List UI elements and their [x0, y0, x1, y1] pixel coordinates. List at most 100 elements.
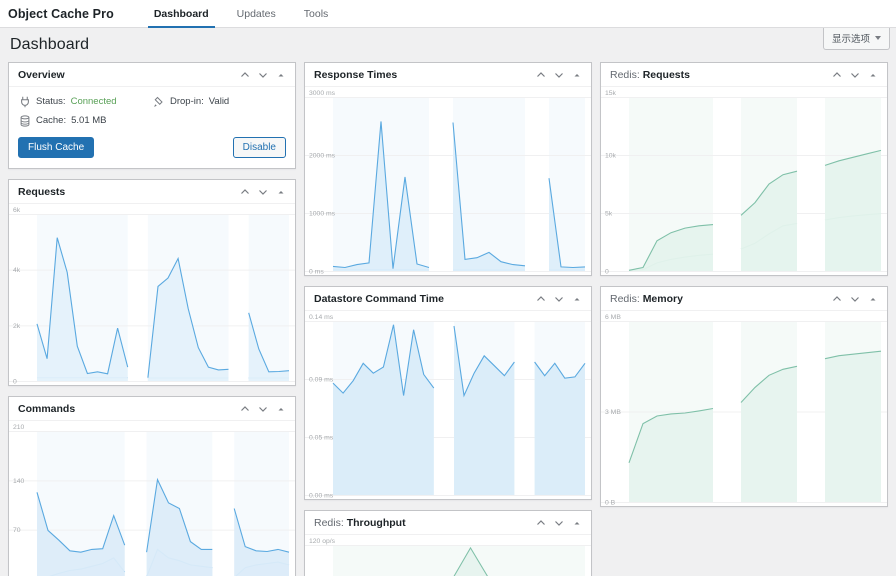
- panel-response-times-header: Response Times: [305, 63, 591, 87]
- panel-redis-memory-main: Memory: [643, 293, 683, 305]
- chart-response-times: 3000 ms 2000 ms 1000 ms 0 ms: [305, 87, 591, 275]
- panel-redis-throughput-title: Redis: Throughput: [314, 517, 406, 529]
- panel-commands: Commands 210140700: [8, 396, 296, 576]
- chart-requests: 6k4k2k0: [9, 204, 295, 385]
- move-down-icon[interactable]: [255, 401, 271, 417]
- svg-text:5k: 5k: [605, 211, 613, 218]
- column-1: Overview Status: Connected: [8, 62, 296, 576]
- page-title: Dashboard: [10, 36, 89, 54]
- panel-redis-throughput-main: Throughput: [347, 517, 406, 529]
- toggle-panel-icon[interactable]: [569, 67, 585, 83]
- panel-requests-header: Requests: [9, 180, 295, 204]
- nav-tab-updates[interactable]: Updates: [223, 0, 290, 27]
- toggle-panel-icon[interactable]: [865, 291, 881, 307]
- overview-buttons: Flush Cache Disable: [18, 137, 286, 158]
- screen-options-button[interactable]: 显示选项: [823, 28, 890, 50]
- svg-text:210: 210: [13, 424, 25, 431]
- panel-redis-memory-actions: [829, 291, 881, 307]
- overview-dropin: Drop-in: Valid: [152, 95, 286, 108]
- svg-text:0.05 ms: 0.05 ms: [309, 435, 334, 442]
- move-down-icon[interactable]: [551, 67, 567, 83]
- svg-text:140: 140: [13, 478, 25, 485]
- panel-redis-requests-title: Redis: Requests: [610, 69, 690, 81]
- svg-text:6k: 6k: [13, 207, 21, 214]
- toggle-panel-icon[interactable]: [569, 291, 585, 307]
- move-up-icon[interactable]: [829, 67, 845, 83]
- svg-text:2k: 2k: [13, 323, 21, 330]
- panel-requests-actions: [237, 184, 289, 200]
- panel-overview-actions: [237, 67, 289, 83]
- plug-icon: [18, 95, 31, 108]
- panel-overview-title: Overview: [18, 69, 65, 81]
- move-up-icon[interactable]: [533, 291, 549, 307]
- panel-response-times-title: Response Times: [314, 69, 397, 81]
- screen-options-label: 显示选项: [832, 31, 870, 45]
- svg-text:2000 ms: 2000 ms: [309, 153, 336, 160]
- svg-text:0: 0: [13, 379, 17, 386]
- svg-text:120 op/s: 120 op/s: [309, 538, 336, 545]
- panel-response-times: Response Times 3000 ms 2000 ms 1000 ms 0 ms: [304, 62, 592, 276]
- panel-commands-title: Commands: [18, 403, 75, 415]
- panel-redis-requests-prefix: Redis:: [610, 69, 640, 81]
- move-up-icon[interactable]: [237, 401, 253, 417]
- move-up-icon[interactable]: [829, 291, 845, 307]
- move-down-icon[interactable]: [255, 67, 271, 83]
- overview-dropin-label: Drop-in:: [170, 96, 204, 107]
- toggle-panel-icon[interactable]: [569, 515, 585, 531]
- move-up-icon[interactable]: [237, 184, 253, 200]
- panel-redis-memory-prefix: Redis:: [610, 293, 640, 305]
- panel-redis-throughput-actions: [533, 515, 585, 531]
- svg-text:0.00 ms: 0.00 ms: [309, 493, 334, 500]
- toggle-panel-icon[interactable]: [865, 67, 881, 83]
- move-down-icon[interactable]: [847, 291, 863, 307]
- move-down-icon[interactable]: [551, 291, 567, 307]
- panel-response-times-actions: [533, 67, 585, 83]
- move-down-icon[interactable]: [551, 515, 567, 531]
- column-2: Response Times 3000 ms 2000 ms 1000 ms 0 ms…: [304, 62, 592, 576]
- page-header: Dashboard 显示选项: [0, 28, 896, 62]
- nav-tab-tools[interactable]: Tools: [290, 0, 343, 27]
- overview-status-value: Connected: [71, 96, 117, 107]
- panel-redis-requests-main: Requests: [643, 69, 690, 81]
- nav-tab-updates-label: Updates: [237, 8, 276, 20]
- toggle-panel-icon[interactable]: [273, 67, 289, 83]
- toggle-panel-icon[interactable]: [273, 401, 289, 417]
- panel-commands-header: Commands: [9, 397, 295, 421]
- svg-text:0.09 ms: 0.09 ms: [309, 377, 334, 384]
- plugin-icon: [152, 95, 165, 108]
- move-up-icon[interactable]: [237, 67, 253, 83]
- dashboard-columns: Overview Status: Connected: [0, 62, 896, 576]
- overview-cache-value: 5.01 MB: [71, 115, 106, 126]
- chevron-down-icon: [875, 36, 881, 40]
- move-down-icon[interactable]: [255, 184, 271, 200]
- nav-tab-dashboard[interactable]: Dashboard: [140, 0, 223, 27]
- move-up-icon[interactable]: [533, 67, 549, 83]
- overview-status-label: Status:: [36, 96, 66, 107]
- svg-text:0 ms: 0 ms: [309, 269, 324, 276]
- nav-tab-tools-label: Tools: [304, 8, 329, 20]
- svg-text:1000 ms: 1000 ms: [309, 211, 336, 218]
- overview-row-cache: Cache: 5.01 MB: [18, 114, 286, 127]
- chart-redis-memory: 6 MB3 MB0 B: [601, 311, 887, 506]
- svg-text:3 MB: 3 MB: [605, 409, 621, 416]
- overview-dropin-value: Valid: [209, 96, 229, 107]
- move-up-icon[interactable]: [533, 515, 549, 531]
- flush-cache-button[interactable]: Flush Cache: [18, 137, 94, 158]
- svg-text:3000 ms: 3000 ms: [309, 90, 336, 97]
- overview-row-status: Status: Connected Drop-in: Valid: [18, 95, 286, 108]
- panel-overview: Overview Status: Connected: [8, 62, 296, 169]
- panel-redis-memory-title: Redis: Memory: [610, 293, 683, 305]
- overview-cache: Cache: 5.01 MB: [18, 114, 152, 127]
- panel-redis-requests-header: Redis: Requests: [601, 63, 887, 87]
- panel-redis-requests: Redis: Requests 15k10k5k0: [600, 62, 888, 276]
- move-down-icon[interactable]: [847, 67, 863, 83]
- database-icon: [18, 114, 31, 127]
- panel-commands-actions: [237, 401, 289, 417]
- panel-redis-throughput-prefix: Redis:: [314, 517, 344, 529]
- svg-text:10k: 10k: [605, 153, 617, 160]
- toggle-panel-icon[interactable]: [273, 184, 289, 200]
- disable-button[interactable]: Disable: [233, 137, 286, 158]
- top-navigation: Object Cache Pro Dashboard Updates Tools: [0, 0, 896, 28]
- svg-text:6 MB: 6 MB: [605, 314, 621, 321]
- overview-status: Status: Connected: [18, 95, 152, 108]
